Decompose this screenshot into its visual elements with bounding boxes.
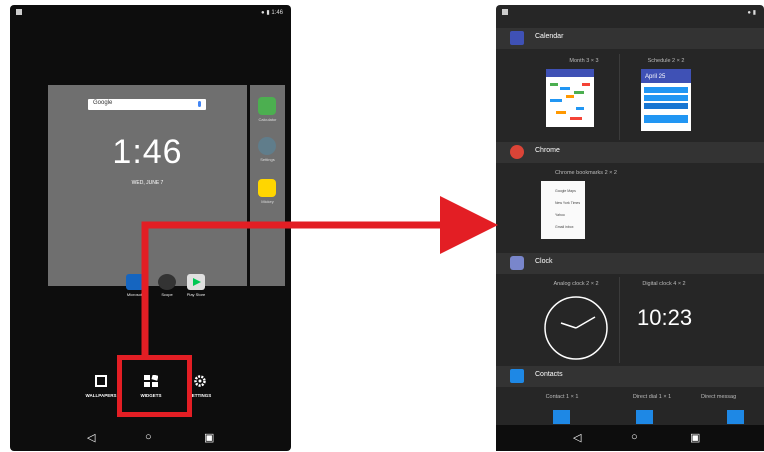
red-arrow-annotation [141,196,498,360]
